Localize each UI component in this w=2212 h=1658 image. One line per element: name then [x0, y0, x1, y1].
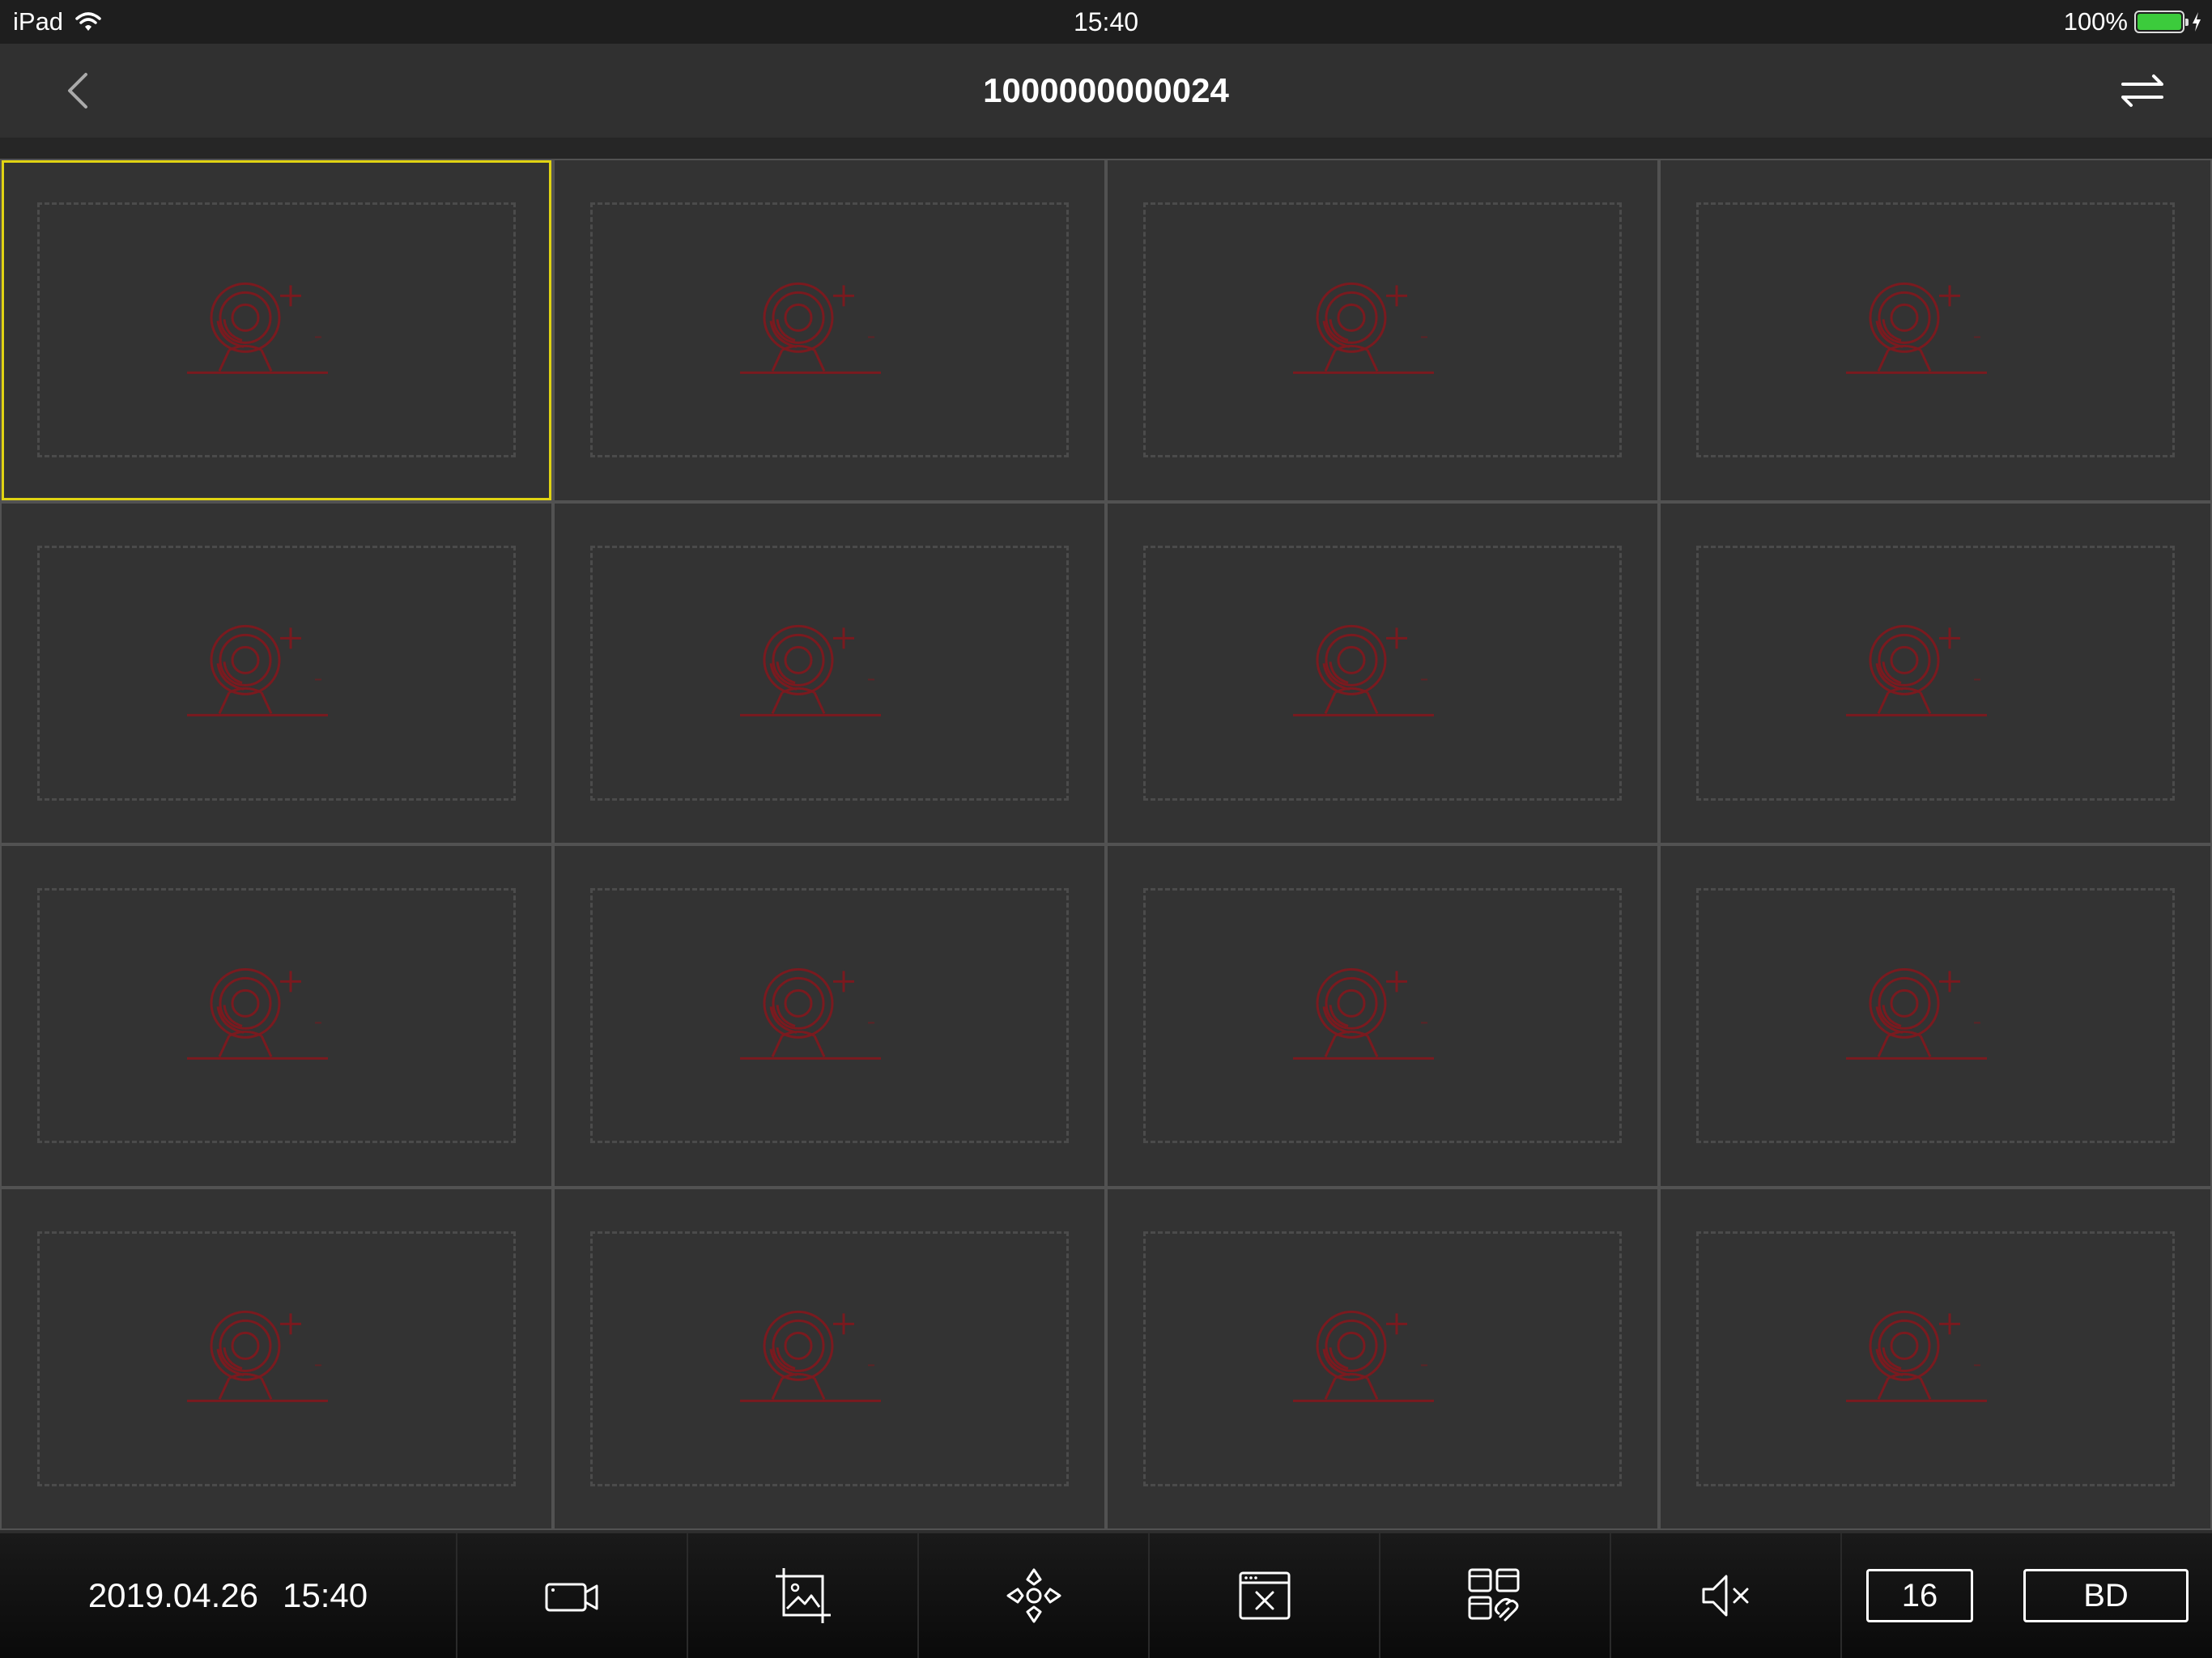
add-camera-icon: [1845, 1311, 1987, 1403]
quality-button[interactable]: BD: [2023, 1569, 2189, 1622]
add-camera-icon: [739, 967, 881, 1060]
time-label: 15:40: [283, 1576, 368, 1614]
datetime-display: 2019.04.26 15:40: [0, 1533, 457, 1658]
video-slot-5[interactable]: [2, 503, 551, 843]
status-time: 15:40: [1073, 7, 1139, 36]
video-slot-15[interactable]: [1108, 1188, 1657, 1528]
nav-divider: [0, 138, 2212, 159]
ptz-button[interactable]: [919, 1533, 1150, 1658]
charging-bolt-icon: [2193, 12, 2201, 32]
window-link-button[interactable]: [1380, 1533, 1611, 1658]
chevron-left-icon: [68, 73, 87, 108]
video-slot-13[interactable]: [2, 1188, 551, 1528]
video-slot-7[interactable]: [1108, 503, 1657, 843]
video-grid: [0, 159, 2212, 1530]
add-camera-icon: [1292, 282, 1434, 374]
ptz-direction-icon: [1006, 1568, 1061, 1623]
video-slot-11[interactable]: [1108, 846, 1657, 1186]
bottom-toolbar: 2019.04.26 15:40 16 BD: [0, 1533, 2212, 1658]
grid-link-icon: [1468, 1568, 1519, 1622]
video-slot-14[interactable]: [555, 1188, 1104, 1528]
add-camera-icon: [1845, 967, 1987, 1060]
video-slot-16[interactable]: [1661, 1188, 2210, 1528]
add-camera-icon: [186, 1311, 328, 1403]
switch-button[interactable]: [2118, 68, 2167, 113]
mute-button[interactable]: [1611, 1533, 1842, 1658]
add-camera-icon: [186, 282, 328, 374]
device-title: 1000000000024: [983, 71, 1229, 109]
nav-bar: 1000000000024: [0, 44, 2212, 138]
video-slot-3[interactable]: [1108, 160, 1657, 500]
add-camera-icon: [739, 625, 881, 717]
add-camera-icon: [186, 967, 328, 1060]
record-button[interactable]: [457, 1533, 688, 1658]
app-root: iPad 15:40 100% 1000000000024 2019.04.26…: [0, 0, 2212, 1658]
video-slot-9[interactable]: [2, 846, 551, 1186]
speaker-mute-icon: [1702, 1575, 1748, 1617]
split-count-button[interactable]: 16: [1866, 1569, 1973, 1622]
battery-fill: [2138, 14, 2181, 30]
status-bar: iPad 15:40 100%: [0, 0, 2212, 44]
add-camera-icon: [1845, 625, 1987, 717]
swap-arrows-icon: [2121, 74, 2163, 107]
add-camera-icon: [1845, 282, 1987, 374]
video-slot-10[interactable]: [555, 846, 1104, 1186]
add-camera-icon: [186, 625, 328, 717]
video-camera-icon: [545, 1583, 598, 1612]
close-window-button[interactable]: [1150, 1533, 1380, 1658]
battery-percent: 100%: [2063, 7, 2128, 36]
video-slot-12[interactable]: [1661, 846, 2210, 1186]
video-slot-6[interactable]: [555, 503, 1104, 843]
add-camera-icon: [1292, 1311, 1434, 1403]
status-right: 100%: [2064, 7, 2202, 36]
add-camera-icon: [739, 282, 881, 374]
add-camera-icon: [739, 1311, 881, 1403]
video-slot-1[interactable]: [2, 160, 551, 500]
date-label: 2019.04.26: [87, 1576, 259, 1614]
battery-icon: [2134, 11, 2189, 33]
add-camera-icon: [1292, 967, 1434, 1060]
video-slot-2[interactable]: [555, 160, 1104, 500]
add-camera-icon: [1292, 625, 1434, 717]
image-crop-icon: [775, 1568, 831, 1623]
window-close-icon: [1239, 1571, 1290, 1620]
snapshot-button[interactable]: [688, 1533, 919, 1658]
video-slot-4[interactable]: [1661, 160, 2210, 500]
video-slot-8[interactable]: [1661, 503, 2210, 843]
back-button[interactable]: [57, 68, 102, 113]
